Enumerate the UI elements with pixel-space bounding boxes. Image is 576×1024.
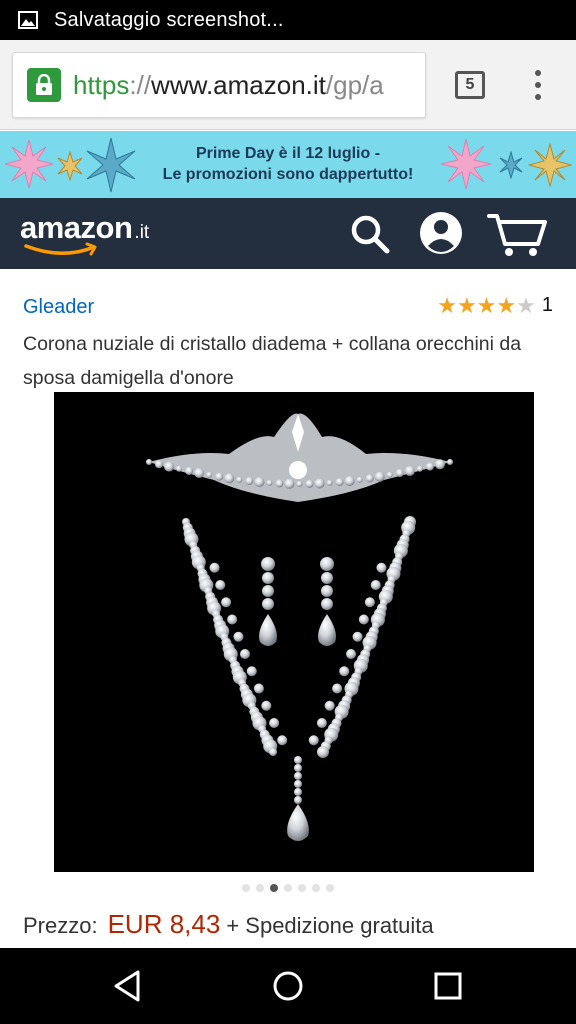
pager-dot[interactable] <box>256 884 264 892</box>
url-text[interactable]: https://www.amazon.it/gp/a <box>73 70 384 101</box>
pager-dot[interactable] <box>242 884 250 892</box>
tiara-shape <box>149 413 450 502</box>
more-vert-icon[interactable] <box>528 70 548 100</box>
pager-dot[interactable] <box>312 884 320 892</box>
recents-icon[interactable] <box>428 966 468 1006</box>
back-icon[interactable] <box>108 966 148 1006</box>
search-icon[interactable] <box>348 212 392 256</box>
decorative-star-pink-icon <box>440 138 492 190</box>
url-scheme: https <box>73 69 130 100</box>
price-label: Prezzo: <box>23 913 98 938</box>
address-bar[interactable]: https://www.amazon.it/gp/a <box>12 52 426 118</box>
shipping-text: + Spedizione gratuita <box>226 913 434 938</box>
logo-word: amazon <box>20 210 133 245</box>
url-host: www.amazon.it <box>151 69 326 100</box>
amazon-logo[interactable]: amazon .it <box>20 210 150 256</box>
tab-switcher-button[interactable]: 5 <box>455 71 485 99</box>
pager-dot[interactable] <box>270 884 278 892</box>
account-icon[interactable] <box>418 210 464 256</box>
star-icon: ★ <box>496 292 517 318</box>
brand-link[interactable]: Gleader <box>23 296 94 318</box>
smile-icon <box>24 242 97 256</box>
url-path: /gp/a <box>325 69 384 100</box>
star-icon: ★ <box>516 292 536 318</box>
pager-dot[interactable] <box>284 884 292 892</box>
price-value: EUR 8,43 <box>107 909 221 939</box>
star-icon: ★ <box>476 292 497 318</box>
url-separator: :// <box>129 69 152 100</box>
lock-icon[interactable] <box>27 68 61 102</box>
image-icon <box>18 11 38 29</box>
home-icon[interactable] <box>268 966 308 1006</box>
status-bar: Salvataggio screenshot... <box>0 0 576 40</box>
rating[interactable]: ★ ★ ★ ★ ★ 1 <box>437 294 553 317</box>
price-row: Prezzo: EUR 8,43 + Spedizione gratuita <box>23 909 434 940</box>
browser-toolbar: https://www.amazon.it/gp/a 5 <box>0 40 576 130</box>
product-title: Corona nuziale di cristallo diadema + co… <box>23 333 522 389</box>
review-count[interactable]: 1 <box>542 294 553 317</box>
star-icon: ★ <box>456 292 477 318</box>
image-pager[interactable] <box>0 884 576 892</box>
navigation-bar <box>0 948 576 1024</box>
star-icon: ★ <box>437 292 457 318</box>
earrings-shape <box>259 557 336 646</box>
product-image[interactable] <box>54 392 534 872</box>
prime-day-banner[interactable]: Prime Day è il 12 luglio - Le promozioni… <box>0 131 576 198</box>
pendant-shape <box>287 804 309 841</box>
pager-dot[interactable] <box>298 884 306 892</box>
decorative-star-gold-icon <box>528 143 572 187</box>
pager-dot[interactable] <box>326 884 334 892</box>
site-header: amazon .it <box>0 198 576 269</box>
star-rating: ★ ★ ★ ★ ★ <box>437 292 536 318</box>
decorative-star-teal-icon <box>499 151 523 179</box>
brand-row: Gleader ★ ★ ★ ★ ★ 1 <box>23 294 553 322</box>
logo-tld: .it <box>134 222 150 243</box>
jewelry-image <box>146 413 453 841</box>
necklace-shape <box>182 516 416 804</box>
status-text: Salvataggio screenshot... <box>54 8 284 31</box>
cart-icon[interactable] <box>486 210 550 258</box>
